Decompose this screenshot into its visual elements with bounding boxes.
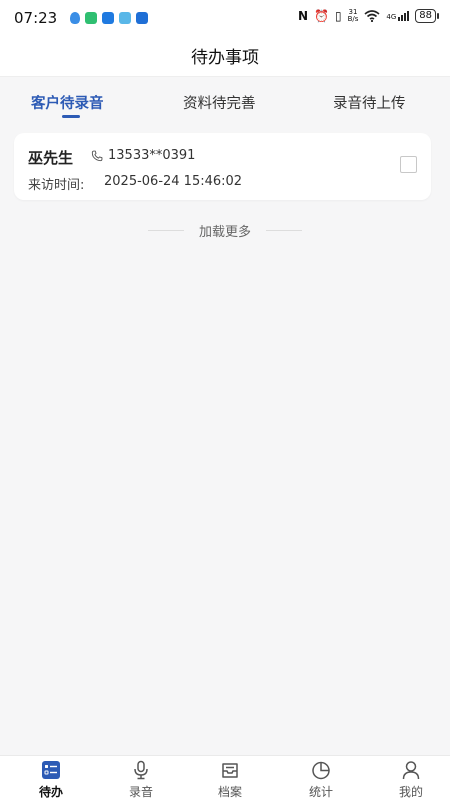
app-notification-icon <box>136 12 148 24</box>
nav-item-recording[interactable]: 录音 <box>111 756 171 801</box>
customer-phone: 13533**0391 <box>108 148 196 163</box>
pie-chart-icon <box>312 761 330 780</box>
tab-customer-pending-recording[interactable]: 客户待录音 <box>31 92 104 113</box>
app-notification-icon <box>85 12 97 24</box>
cell-signal-icon: 4G <box>386 11 410 21</box>
nav-item-statistics[interactable]: 统计 <box>291 756 351 801</box>
select-checkbox[interactable] <box>400 156 417 173</box>
alarm-icon: ⏰ <box>314 9 329 23</box>
nav-item-mine[interactable]: 我的 <box>381 756 441 801</box>
header: 待办事项 <box>0 36 450 77</box>
divider-left <box>147 230 184 231</box>
microphone-icon <box>134 760 148 780</box>
load-more-text: 加载更多 <box>198 225 251 240</box>
app-shield-icon <box>70 12 80 24</box>
network-speed: 31 B/s <box>348 9 359 23</box>
app-notification-icon <box>102 12 114 24</box>
wifi-icon <box>364 10 380 22</box>
customer-name: 巫先生 <box>28 149 74 167</box>
status-app-icons <box>70 12 148 24</box>
nav-item-todo[interactable]: 待办 <box>21 756 81 801</box>
phone-icon <box>91 150 103 162</box>
status-bar: 07:23 N ⏰ ▯ 31 B/s 4G 88 <box>0 0 450 36</box>
app-notification-icon <box>119 12 131 24</box>
signal-type: 4G <box>386 13 397 21</box>
status-time: 07:23 <box>14 9 58 27</box>
user-icon <box>402 761 420 780</box>
network-speed-unit: B/s <box>347 15 359 23</box>
vibrate-icon: ▯ <box>334 9 342 23</box>
visit-time-value: 2025-06-24 15:46:02 <box>104 174 243 189</box>
nav-label: 档案 <box>217 785 242 799</box>
battery-indicator: 88 <box>415 9 439 23</box>
nav-label: 录音 <box>128 785 153 799</box>
page-title: 待办事项 <box>191 48 259 68</box>
nav-label: 我的 <box>398 785 423 799</box>
tab-bar: 客户待录音 资料待完善 录音待上传 <box>0 77 450 127</box>
list-item[interactable]: 巫先生 13533**0391 来访时间: 2025-06-24 15:46:0… <box>14 133 431 200</box>
tab-info-pending-completion[interactable]: 资料待完善 <box>183 92 256 113</box>
archive-icon <box>222 763 238 778</box>
nfc-icon: N <box>297 9 308 23</box>
divider-right <box>266 230 303 231</box>
status-right: N ⏰ ▯ 31 B/s 4G 88 <box>297 9 439 23</box>
nav-label: 待办 <box>38 785 63 799</box>
nav-item-archive[interactable]: 档案 <box>200 756 260 801</box>
active-tab-indicator <box>62 115 80 118</box>
todo-list-icon <box>42 761 60 779</box>
visit-time-label: 来访时间: <box>28 178 85 193</box>
nav-label: 统计 <box>308 785 333 799</box>
tab-recording-pending-upload[interactable]: 录音待上传 <box>333 92 406 113</box>
load-more[interactable]: 加载更多 <box>0 220 450 240</box>
bottom-nav: 待办 录音 档案 统计 我的 <box>0 755 450 801</box>
